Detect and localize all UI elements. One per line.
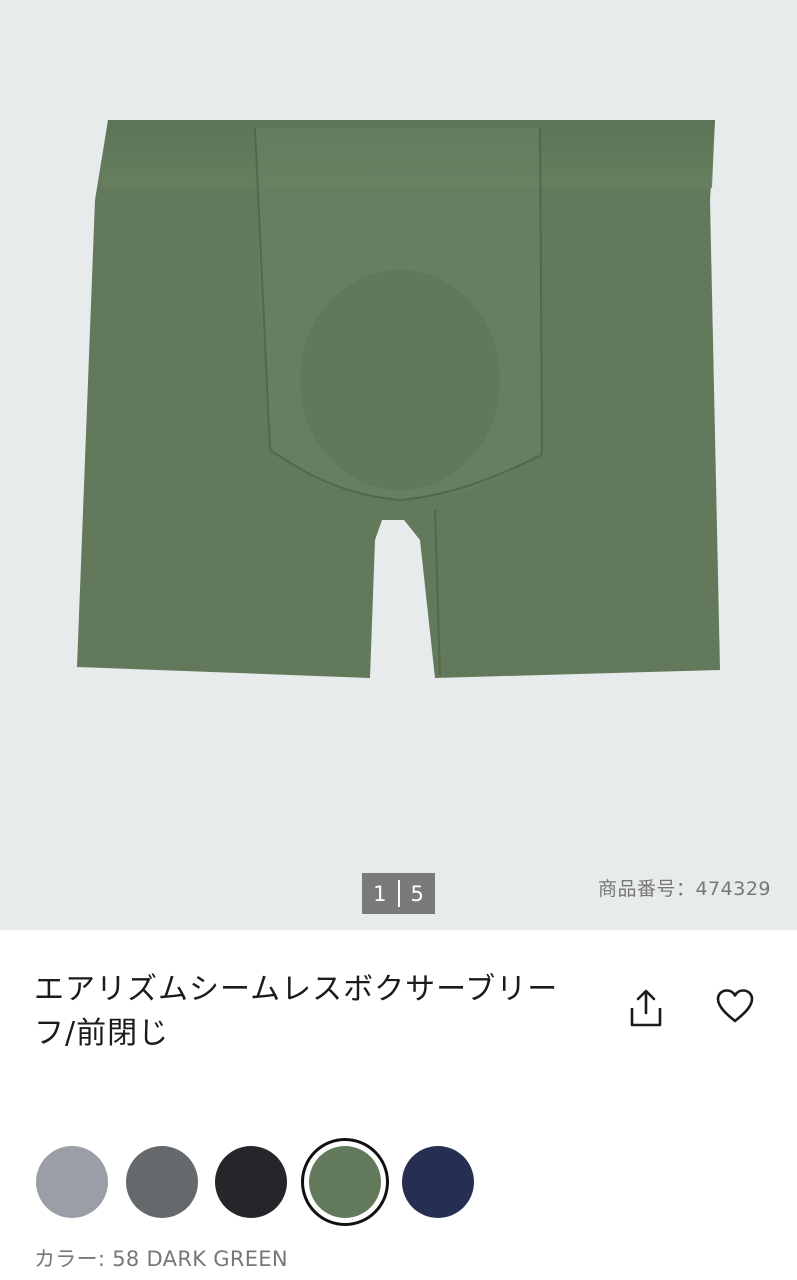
color-swatch-navy[interactable]	[402, 1146, 474, 1218]
pager-total: 5	[410, 881, 424, 906]
color-swatch-dark-green-fill	[309, 1146, 381, 1218]
color-swatch-dark-green[interactable]	[301, 1138, 389, 1226]
color-swatch-light-gray[interactable]	[36, 1146, 108, 1218]
heart-icon	[716, 989, 754, 1023]
pager-separator	[397, 880, 400, 907]
product-number: 商品番号：474329	[597, 878, 771, 900]
favorite-button[interactable]	[709, 980, 761, 1032]
product-image-gallery[interactable]: 1 5 商品番号：474329	[0, 0, 797, 930]
selected-color-label: カラー: 58 DARK GREEN	[34, 1247, 288, 1271]
color-swatch-gray[interactable]	[126, 1146, 198, 1218]
share-button[interactable]	[620, 982, 672, 1034]
color-swatch-black[interactable]	[215, 1146, 287, 1218]
share-icon	[630, 989, 662, 1027]
color-swatches	[36, 1138, 776, 1226]
product-image	[77, 120, 720, 678]
pager-current: 1	[373, 881, 387, 906]
image-pager: 1 5	[362, 873, 435, 914]
product-title: エアリズムシームレスボクサーブリーフ/前閉じ	[34, 972, 559, 1051]
